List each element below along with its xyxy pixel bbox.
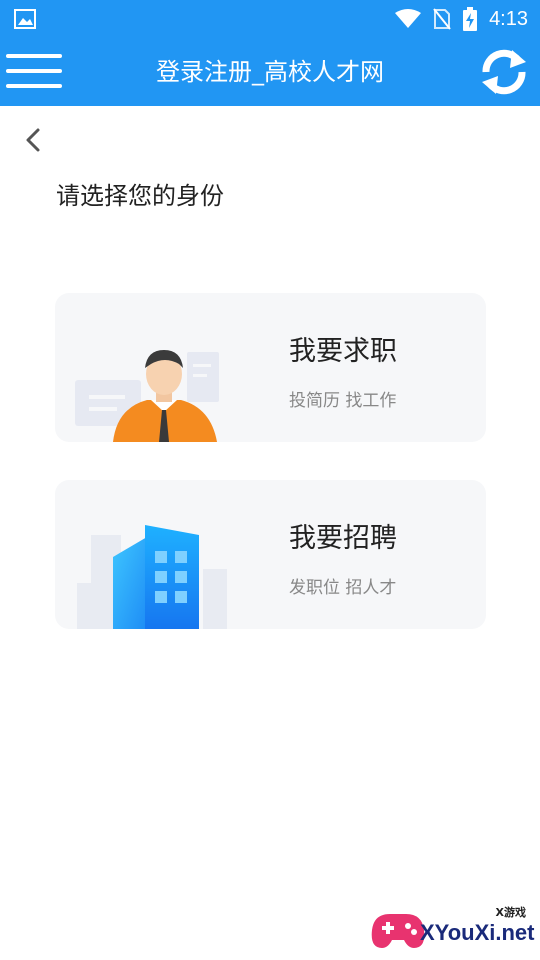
status-bar: 4:13	[0, 0, 540, 38]
watermark-brand: XYouXi.net	[420, 920, 535, 945]
job-seeker-card[interactable]: 我要求职 投简历 找工作	[55, 293, 486, 442]
job-seeker-illustration-icon	[75, 350, 219, 442]
building-illustration-icon	[77, 525, 227, 629]
watermark-tag: X游戏	[495, 906, 526, 919]
page-heading: 请选择您的身份	[56, 182, 224, 210]
recruiter-card[interactable]: 我要招聘 发职位 招人才	[55, 480, 486, 629]
recruiter-title: 我要招聘	[289, 523, 397, 554]
job-seeker-subtitle: 投简历 找工作	[289, 391, 397, 411]
status-time: 4:13	[489, 7, 528, 30]
battery-charging-icon	[463, 7, 478, 31]
wifi-icon	[395, 9, 422, 28]
image-notification-icon	[14, 9, 36, 29]
gamepad-icon	[371, 914, 425, 948]
back-arrow-icon[interactable]	[18, 122, 48, 158]
app-bar: 登录注册_高校人才网	[0, 38, 540, 106]
watermark-logo: X游戏 XYouXi.net	[368, 900, 538, 956]
job-seeker-title: 我要求职	[289, 336, 397, 367]
app-bar-title: 登录注册_高校人才网	[156, 58, 384, 86]
recruiter-subtitle: 发职位 招人才	[289, 578, 397, 598]
no-sim-icon	[433, 8, 451, 30]
refresh-icon[interactable]	[478, 46, 530, 98]
